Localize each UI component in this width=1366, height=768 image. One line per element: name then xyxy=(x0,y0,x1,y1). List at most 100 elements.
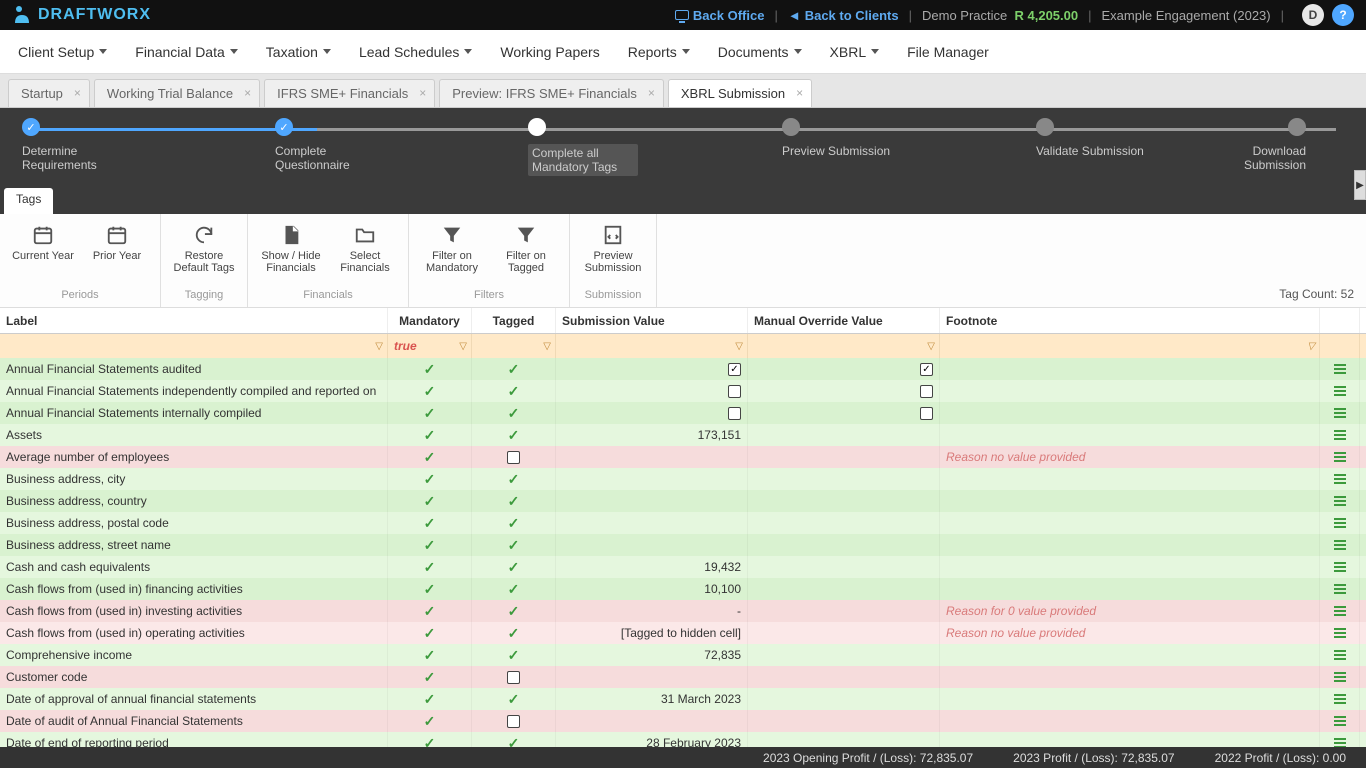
col-mandatory[interactable]: Mandatory xyxy=(388,308,472,333)
cell-manual[interactable] xyxy=(748,600,940,622)
cell-manual[interactable] xyxy=(748,446,940,468)
menu-icon[interactable] xyxy=(1334,362,1346,376)
step-5[interactable]: Download Submission xyxy=(1186,118,1306,172)
cell-actions[interactable] xyxy=(1320,534,1360,556)
table-row[interactable]: Cash and cash equivalents✓✓19,432 xyxy=(0,556,1366,578)
menu-icon[interactable] xyxy=(1334,626,1346,640)
menu-icon[interactable] xyxy=(1334,450,1346,464)
close-icon[interactable]: × xyxy=(796,86,803,100)
menu-working-papers[interactable]: Working Papers xyxy=(486,30,613,74)
cell-footnote[interactable] xyxy=(940,578,1320,600)
funnel-icon[interactable]: ▽ xyxy=(459,341,467,352)
cell-submission[interactable]: 19,432 xyxy=(556,556,748,578)
table-row[interactable]: Business address, postal code✓✓ xyxy=(0,512,1366,534)
ribbon-prior-year[interactable]: Prior Year xyxy=(80,218,154,289)
filter-mandatory[interactable]: true▽ xyxy=(388,334,472,358)
menu-icon[interactable] xyxy=(1334,384,1346,398)
funnel-icon[interactable]: ▽ xyxy=(375,341,383,352)
checkbox-unchecked-icon[interactable] xyxy=(920,407,933,420)
filter-submission[interactable]: ▽ xyxy=(556,334,748,358)
cell-footnote[interactable] xyxy=(940,490,1320,512)
cell-submission[interactable] xyxy=(556,534,748,556)
checkbox-unchecked-icon[interactable] xyxy=(728,385,741,398)
cell-submission[interactable]: [Tagged to hidden cell] xyxy=(556,622,748,644)
cell-footnote[interactable]: Reason for 0 value provided xyxy=(940,600,1320,622)
tab-startup[interactable]: Startup× xyxy=(8,79,90,107)
help-button[interactable]: ? xyxy=(1332,4,1354,26)
menu-icon[interactable] xyxy=(1334,472,1346,486)
tab-preview-ifrs-sme-financials[interactable]: Preview: IFRS SME+ Financials× xyxy=(439,79,664,107)
cell-footnote[interactable] xyxy=(940,380,1320,402)
cell-manual[interactable] xyxy=(748,490,940,512)
filter-footnote[interactable]: ▽ xyxy=(940,334,1320,358)
ribbon-restore-default-tags[interactable]: Restore Default Tags xyxy=(167,218,241,289)
cell-submission[interactable]: 10,100 xyxy=(556,578,748,600)
table-row[interactable]: Business address, street name✓✓ xyxy=(0,534,1366,556)
cell-footnote[interactable] xyxy=(940,512,1320,534)
menu-documents[interactable]: Documents xyxy=(704,30,816,74)
menu-icon[interactable] xyxy=(1334,692,1346,706)
cell-footnote[interactable] xyxy=(940,666,1320,688)
close-icon[interactable]: × xyxy=(244,86,251,100)
menu-financial-data[interactable]: Financial Data xyxy=(121,30,252,74)
close-icon[interactable]: × xyxy=(74,86,81,100)
menu-icon[interactable] xyxy=(1334,406,1346,420)
cell-actions[interactable] xyxy=(1320,402,1360,424)
expand-panel-button[interactable]: ▶ xyxy=(1354,170,1366,200)
cell-actions[interactable] xyxy=(1320,446,1360,468)
menu-icon[interactable] xyxy=(1334,582,1346,596)
cell-submission[interactable] xyxy=(556,446,748,468)
cell-manual[interactable] xyxy=(748,644,940,666)
cell-actions[interactable] xyxy=(1320,644,1360,666)
cell-footnote[interactable] xyxy=(940,710,1320,732)
cell-actions[interactable] xyxy=(1320,556,1360,578)
col-label[interactable]: Label xyxy=(0,308,388,333)
cell-actions[interactable] xyxy=(1320,380,1360,402)
cell-footnote[interactable] xyxy=(940,688,1320,710)
cell-actions[interactable] xyxy=(1320,666,1360,688)
cell-submission[interactable]: 173,151 xyxy=(556,424,748,446)
cell-submission[interactable]: 72,835 xyxy=(556,644,748,666)
cell-footnote[interactable]: Reason no value provided xyxy=(940,446,1320,468)
close-icon[interactable]: × xyxy=(419,86,426,100)
checkbox-unchecked-icon[interactable] xyxy=(507,451,520,464)
back-to-clients-link[interactable]: Back to Clients xyxy=(805,8,899,23)
user-avatar[interactable]: D xyxy=(1302,4,1324,26)
cell-manual[interactable] xyxy=(748,666,940,688)
col-tagged[interactable]: Tagged xyxy=(472,308,556,333)
cell-actions[interactable] xyxy=(1320,468,1360,490)
menu-icon[interactable] xyxy=(1334,538,1346,552)
cell-submission[interactable] xyxy=(556,512,748,534)
menu-icon[interactable] xyxy=(1334,516,1346,530)
funnel-icon[interactable]: ▽ xyxy=(927,341,935,352)
menu-client-setup[interactable]: Client Setup xyxy=(4,30,121,74)
menu-taxation[interactable]: Taxation xyxy=(252,30,345,74)
checkbox-checked-icon[interactable]: ✓ xyxy=(728,363,741,376)
tags-subtab[interactable]: Tags xyxy=(4,188,53,214)
cell-submission[interactable]: ✓ xyxy=(556,358,748,380)
cell-footnote[interactable] xyxy=(940,468,1320,490)
menu-lead-schedules[interactable]: Lead Schedules xyxy=(345,30,486,74)
table-row[interactable]: Annual Financial Statements audited✓✓✓✓ xyxy=(0,358,1366,380)
cell-footnote[interactable] xyxy=(940,402,1320,424)
menu-xbrl[interactable]: XBRL xyxy=(816,30,894,74)
cell-manual[interactable] xyxy=(748,424,940,446)
cell-submission[interactable] xyxy=(556,710,748,732)
cell-manual[interactable] xyxy=(748,402,940,424)
checkbox-unchecked-icon[interactable] xyxy=(728,407,741,420)
funnel-icon[interactable]: ▽ xyxy=(543,341,551,352)
cell-footnote[interactable] xyxy=(940,556,1320,578)
funnel-icon[interactable]: ▽ xyxy=(735,341,743,352)
cell-actions[interactable] xyxy=(1320,578,1360,600)
cell-footnote[interactable]: Reason no value provided xyxy=(940,622,1320,644)
menu-icon[interactable] xyxy=(1334,560,1346,574)
table-row[interactable]: Date of approval of annual financial sta… xyxy=(0,688,1366,710)
checkbox-unchecked-icon[interactable] xyxy=(507,671,520,684)
menu-icon[interactable] xyxy=(1334,494,1346,508)
step-2[interactable]: Complete all Mandatory Tags xyxy=(528,118,648,176)
menu-icon[interactable] xyxy=(1334,714,1346,728)
menu-icon[interactable] xyxy=(1334,604,1346,618)
ribbon-filter-on-tagged[interactable]: Filter on Tagged xyxy=(489,218,563,289)
table-row[interactable]: Average number of employees✓Reason no va… xyxy=(0,446,1366,468)
table-row[interactable]: Date of audit of Annual Financial Statem… xyxy=(0,710,1366,732)
